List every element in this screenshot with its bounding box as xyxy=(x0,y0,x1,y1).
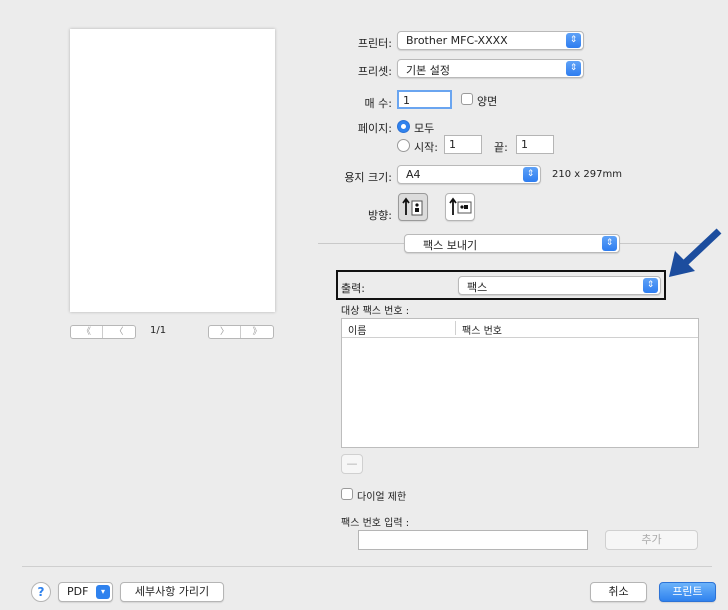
last-page-icon[interactable]: 》 xyxy=(241,326,273,338)
print-button[interactable]: 프린트 xyxy=(659,582,716,602)
paper-size-label: 용지 크기: xyxy=(344,171,392,184)
updown-chevron-icon: ⇕ xyxy=(566,61,581,76)
dial-restriction-checkbox[interactable] xyxy=(341,488,353,500)
pages-all-label: 모두 xyxy=(414,122,435,135)
output-value: 팩스 xyxy=(467,281,488,294)
next-page-icon[interactable]: 〉 xyxy=(209,326,241,338)
landscape-icon xyxy=(449,197,472,215)
hide-details-button[interactable]: 세부사항 가리기 xyxy=(120,582,224,602)
section-menu-value: 팩스 보내기 xyxy=(423,239,478,252)
pages-from-label: 시작: xyxy=(414,141,438,154)
output-select[interactable]: 팩스 ⇕ xyxy=(458,276,661,295)
pointer-arrow-icon xyxy=(669,228,722,277)
pdf-menu-button[interactable]: PDF ▾ xyxy=(58,582,113,602)
help-button[interactable]: ? xyxy=(31,582,51,602)
preset-value: 기본 설정 xyxy=(406,64,450,77)
chevron-down-icon: ▾ xyxy=(96,585,110,599)
prev-page-icon[interactable]: 〈 xyxy=(103,326,135,338)
column-header-name[interactable]: 이름 xyxy=(348,322,366,337)
table-header: 이름 팩스 번호 xyxy=(342,319,698,338)
output-label: 출력: xyxy=(341,282,365,295)
pages-all-radio[interactable] xyxy=(397,120,410,133)
preview-back-buttons[interactable]: 《〈 xyxy=(70,325,136,339)
pages-range-radio[interactable] xyxy=(397,139,410,152)
pages-from-field[interactable]: 1 xyxy=(444,135,482,154)
footer-divider xyxy=(22,566,712,567)
copies-field[interactable]: 1 xyxy=(397,90,452,109)
destination-label: 대상 팩스 번호 : xyxy=(341,306,410,317)
column-divider xyxy=(455,321,456,335)
page-preview xyxy=(70,29,275,312)
preset-select[interactable]: 기본 설정 ⇕ xyxy=(397,59,584,78)
section-menu-select[interactable]: 팩스 보내기 ⇕ xyxy=(404,234,620,253)
destination-table[interactable]: 이름 팩스 번호 xyxy=(341,318,699,448)
landscape-orientation-button[interactable] xyxy=(445,193,475,221)
printer-value: Brother MFC-XXXX xyxy=(406,34,508,47)
column-header-fax-number[interactable]: 팩스 번호 xyxy=(462,322,502,337)
duplex-label: 양면 xyxy=(477,95,498,108)
updown-chevron-icon: ⇕ xyxy=(523,167,538,182)
pages-to-field[interactable]: 1 xyxy=(516,135,554,154)
orientation-label: 방향: xyxy=(368,209,392,222)
pages-to-label: 끝: xyxy=(494,141,508,154)
updown-chevron-icon: ⇕ xyxy=(602,236,617,251)
paper-dimensions: 210 x 297mm xyxy=(552,169,622,180)
printer-select[interactable]: Brother MFC-XXXX ⇕ xyxy=(397,31,584,50)
preview-forward-buttons[interactable]: 〉》 xyxy=(208,325,274,339)
pages-label: 페이지: xyxy=(357,122,392,135)
fax-number-field[interactable] xyxy=(358,530,588,550)
remove-button[interactable]: — xyxy=(341,454,363,474)
duplex-checkbox[interactable] xyxy=(461,93,473,105)
dial-restriction-label: 다이얼 제한 xyxy=(357,492,407,503)
first-page-icon[interactable]: 《 xyxy=(71,326,103,338)
copies-label: 매 수: xyxy=(364,97,392,110)
updown-chevron-icon: ⇕ xyxy=(566,33,581,48)
add-button[interactable]: 추가 xyxy=(605,530,698,550)
fax-input-label: 팩스 번호 입력 : xyxy=(341,518,410,529)
preset-label: 프리셋: xyxy=(357,65,392,78)
pdf-label: PDF xyxy=(67,585,89,598)
printer-label: 프린터: xyxy=(357,37,392,50)
page-indicator: 1/1 xyxy=(150,325,167,336)
cancel-button[interactable]: 취소 xyxy=(590,582,647,602)
paper-size-value: A4 xyxy=(406,168,421,181)
paper-size-select[interactable]: A4 ⇕ xyxy=(397,165,541,184)
portrait-icon xyxy=(402,197,423,216)
updown-chevron-icon: ⇕ xyxy=(643,278,658,293)
portrait-orientation-button[interactable] xyxy=(398,193,428,221)
